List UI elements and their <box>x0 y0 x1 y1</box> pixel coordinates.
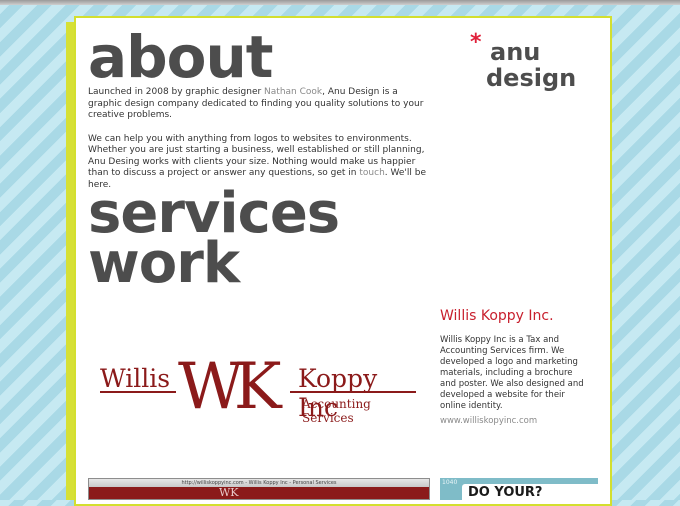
project-description: Willis Koppy Inc is a Tax and Accounting… <box>440 335 584 411</box>
wk-monogram-text: WK <box>178 352 283 414</box>
project-title: Willis Koppy Inc. <box>440 308 554 324</box>
poster-year: 1040 <box>442 479 458 486</box>
wk-logo-willis: Willis <box>100 364 171 393</box>
anu-design-logo[interactable]: * anu design <box>470 32 590 94</box>
wk-monogram-icon: WK <box>178 352 293 414</box>
work-heading: work <box>88 231 240 296</box>
project-url-link[interactable]: www.williskopyinc.com <box>440 416 537 426</box>
thumbnail-browser-body <box>89 487 429 499</box>
wk-logo-accounting: Accounting Services <box>302 397 371 425</box>
willis-koppy-logo-image[interactable]: Willis WK Koppy Inc Accounting Services <box>100 352 420 425</box>
section-separator: · · · <box>92 170 102 177</box>
asterisk-icon: * <box>470 30 482 55</box>
website-thumbnail[interactable]: http://williskoppyinc.com - Willis Koppy… <box>88 478 430 500</box>
wk-logo-rule-left <box>100 391 176 393</box>
logo-line-anu: anu <box>490 38 541 66</box>
touch-link[interactable]: touch <box>359 168 384 178</box>
poster-thumbnail[interactable]: 1040 DO YOUR? <box>440 478 598 500</box>
about-p1-text: Launched in 2008 by graphic designer <box>88 87 265 97</box>
window-top-bar <box>0 0 680 5</box>
logo-line-design: design <box>486 64 577 92</box>
poster-headline: DO YOUR? <box>462 484 598 500</box>
thumbnail-mark: WK <box>219 486 239 499</box>
about-paragraph-1: Launched in 2008 by graphic designer Nat… <box>88 87 433 122</box>
thumbnail-browser-bar: http://williskoppyinc.com - Willis Koppy… <box>89 479 429 487</box>
designer-link[interactable]: Nathan Cook <box>264 87 322 97</box>
about-heading: about <box>88 23 274 91</box>
